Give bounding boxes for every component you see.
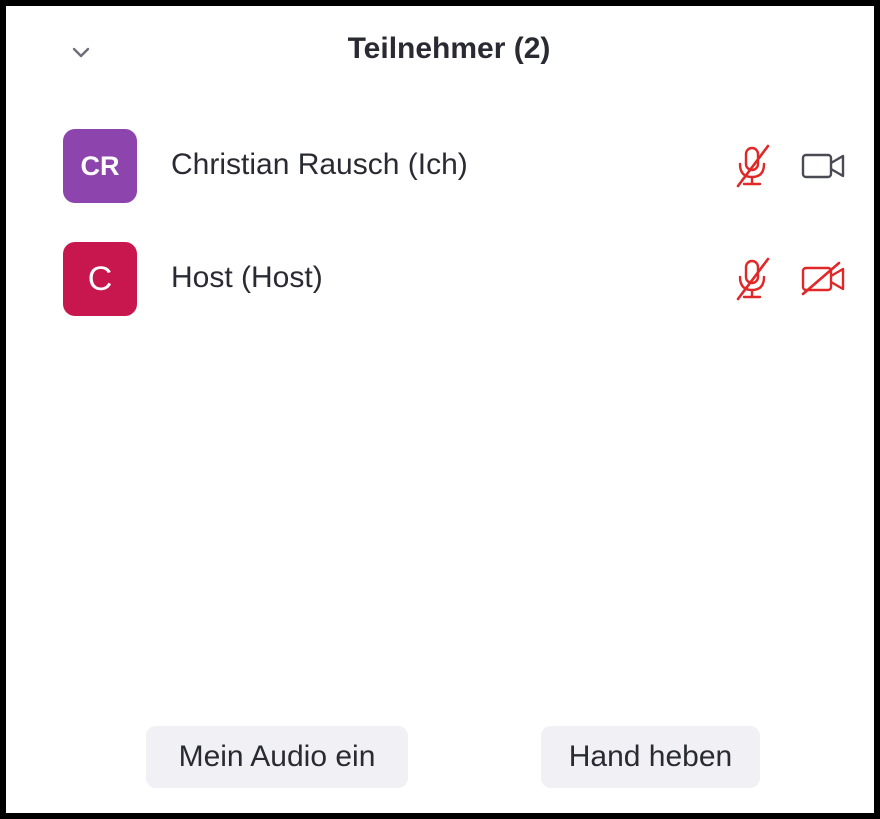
- mic-muted-icon[interactable]: [732, 144, 772, 188]
- participant-row-christian[interactable]: CR Christian Rausch (Ich): [6, 126, 874, 206]
- participants-panel: Teilnehmer (2) CR Christian Rausch (Ich)…: [0, 0, 880, 819]
- video-camera-icon[interactable]: [799, 148, 849, 184]
- panel-title: Teilnehmer (2): [347, 32, 551, 65]
- participant-name: Christian Rausch (Ich): [171, 148, 468, 181]
- video-off-icon[interactable]: [799, 261, 849, 297]
- avatar-initials: C: [87, 259, 113, 298]
- participant-name: Host (Host): [171, 261, 323, 294]
- mic-muted-icon[interactable]: [732, 257, 772, 301]
- panel-header: Teilnehmer (2): [6, 24, 874, 80]
- avatar: C: [63, 242, 137, 316]
- raise-hand-button[interactable]: Hand heben: [541, 726, 760, 788]
- participant-row-host[interactable]: C Host (Host): [6, 239, 874, 319]
- unmute-audio-button[interactable]: Mein Audio ein: [146, 726, 408, 788]
- avatar-initials: CR: [80, 150, 120, 181]
- avatar: CR: [63, 129, 137, 203]
